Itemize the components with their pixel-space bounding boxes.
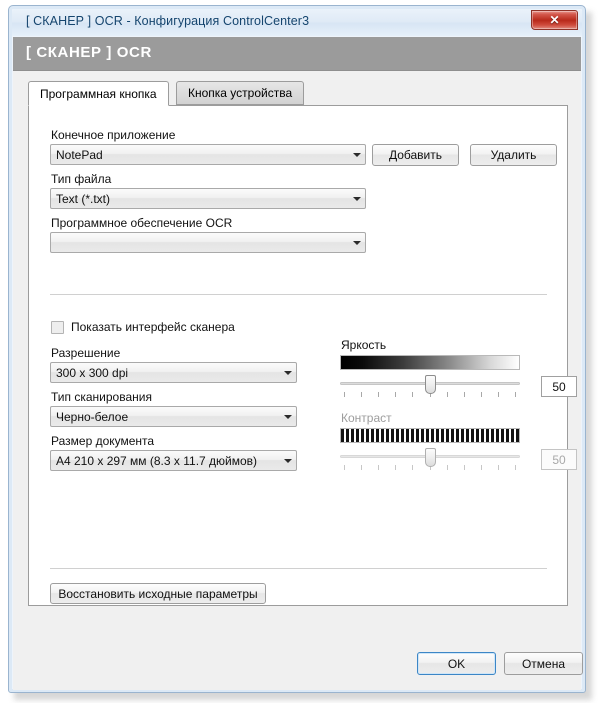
document-size-combobox[interactable]: A4 210 x 297 мм (8.3 x 11.7 дюймов) xyxy=(50,450,297,471)
document-size-label: Размер документа xyxy=(51,434,155,448)
add-button-label: Добавить xyxy=(388,148,443,162)
separator-bottom xyxy=(50,568,547,569)
show-scanner-ui-checkbox[interactable]: Показать интерфейс сканера xyxy=(51,320,235,334)
slider-tick xyxy=(344,465,345,470)
slider-tick xyxy=(361,465,363,470)
slider-tick xyxy=(515,465,516,470)
brightness-slider-thumb[interactable] xyxy=(424,375,436,394)
target-app-value: NotePad xyxy=(56,147,103,162)
slider-tick xyxy=(395,465,397,470)
target-app-combobox[interactable]: NotePad xyxy=(50,144,366,165)
close-button[interactable]: ✕ xyxy=(531,10,578,30)
resolution-combobox[interactable]: 300 x 300 dpi xyxy=(50,362,297,383)
chevron-down-icon xyxy=(279,371,296,375)
cancel-button[interactable]: Отмена xyxy=(504,652,583,675)
contrast-label: Контраст xyxy=(341,411,392,425)
scan-type-combobox[interactable]: Черно-белое xyxy=(50,406,297,427)
tab-label: Программная кнопка xyxy=(40,86,157,101)
slider-tick xyxy=(412,392,414,397)
scan-type-label: Тип сканирования xyxy=(51,390,152,404)
add-button[interactable]: Добавить xyxy=(372,144,459,166)
scan-type-value: Черно-белое xyxy=(56,409,129,424)
slider-tick xyxy=(412,465,414,470)
slider-tick xyxy=(480,465,482,470)
slider-tick xyxy=(463,465,465,470)
slider-tick xyxy=(497,465,499,470)
chevron-down-icon xyxy=(348,153,365,157)
app-header-title: [ СКАНЕР ] OCR xyxy=(26,44,152,61)
contrast-pattern-bar xyxy=(340,428,520,443)
chevron-down-icon xyxy=(348,197,365,201)
slider-tick xyxy=(515,392,516,397)
delete-button[interactable]: Удалить xyxy=(470,144,557,166)
resolution-value: 300 x 300 dpi xyxy=(56,365,129,380)
separator-top xyxy=(50,294,547,295)
restore-defaults-button[interactable]: Восстановить исходные параметры xyxy=(50,583,266,604)
tab-software-button[interactable]: Программная кнопка xyxy=(28,81,169,106)
file-type-value: Text (*.txt) xyxy=(56,191,111,206)
window-title: [ СКАНЕР ] OCR - Конфигурация ControlCen… xyxy=(26,14,310,28)
brightness-value-box[interactable]: 50 xyxy=(541,376,577,397)
slider-tick xyxy=(446,465,448,470)
slider-tick xyxy=(480,392,482,397)
file-type-combobox[interactable]: Text (*.txt) xyxy=(50,188,366,209)
contrast-slider-thumb xyxy=(424,448,436,467)
slider-tick xyxy=(395,392,397,397)
brightness-label: Яркость xyxy=(341,338,387,352)
target-app-label: Конечное приложение xyxy=(51,128,176,142)
dialog-footer: OK Отмена xyxy=(13,606,583,690)
delete-button-label: Удалить xyxy=(490,148,537,162)
app-header-band: [ СКАНЕР ] OCR xyxy=(13,37,581,71)
slider-tick xyxy=(361,392,363,397)
ocr-software-combobox[interactable] xyxy=(50,232,366,253)
brightness-slider[interactable] xyxy=(340,375,520,399)
slider-tick xyxy=(378,392,380,397)
restore-defaults-label: Восстановить исходные параметры xyxy=(58,586,258,601)
resolution-label: Разрешение xyxy=(51,346,121,360)
slider-tick xyxy=(463,392,465,397)
dialog-window: [ СКАНЕР ] OCR - Конфигурация ControlCen… xyxy=(8,5,586,693)
tab-label: Кнопка устройства xyxy=(188,86,293,100)
slider-tick xyxy=(344,392,345,397)
tab-device-button[interactable]: Кнопка устройства xyxy=(176,81,305,105)
chevron-down-icon xyxy=(348,241,365,245)
brightness-value: 50 xyxy=(552,379,566,394)
show-scanner-ui-label: Показать интерфейс сканера xyxy=(71,320,235,334)
contrast-slider xyxy=(340,448,520,472)
chevron-down-icon xyxy=(279,459,296,463)
slider-tick xyxy=(497,392,499,397)
ok-button-label: OK xyxy=(447,656,466,671)
tab-content-panel: Конечное приложение NotePad Добавить Уда… xyxy=(28,105,577,606)
slider-tick xyxy=(378,465,380,470)
file-type-label: Тип файла xyxy=(51,172,112,186)
screenshot-root: [ СКАНЕР ] OCR - Конфигурация ControlCen… xyxy=(0,0,600,703)
tab-strip: Программная кнопка Кнопка устройства xyxy=(28,81,568,106)
slider-tick xyxy=(446,392,448,397)
ocr-software-label: Программное обеспечение OCR xyxy=(51,216,233,230)
title-bar: [ СКАНЕР ] OCR - Конфигурация ControlCen… xyxy=(12,9,582,36)
chevron-down-icon xyxy=(279,415,296,419)
cancel-button-label: Отмена xyxy=(521,656,566,671)
ok-button[interactable]: OK xyxy=(417,652,496,675)
contrast-value-box: 50 xyxy=(541,449,577,470)
contrast-value: 50 xyxy=(552,452,566,467)
document-size-value: A4 210 x 297 мм (8.3 x 11.7 дюймов) xyxy=(56,453,258,468)
brightness-gradient-bar xyxy=(340,355,520,370)
checkbox-box-icon xyxy=(51,320,64,334)
close-icon: ✕ xyxy=(549,13,560,27)
